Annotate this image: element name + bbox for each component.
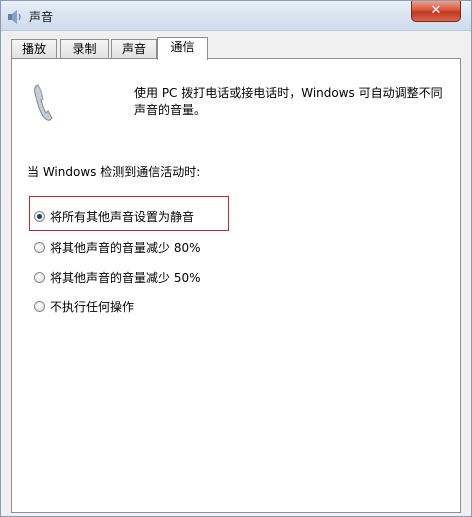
option-label: 将所有其他声音设置为静音 — [50, 210, 195, 224]
window-title: 声音 — [29, 10, 54, 24]
tab-recording[interactable]: 录制 — [60, 39, 109, 58]
tab-playback[interactable]: 播放 — [11, 39, 57, 58]
option-label: 将其他声音的音量减少 50% — [50, 271, 201, 285]
section-label: 当 Windows 检测到通信活动时: — [27, 165, 201, 179]
tab-communications[interactable]: 通信 — [157, 37, 208, 60]
description-line: 声音的音量。 — [134, 103, 207, 117]
radio-button[interactable] — [34, 301, 45, 312]
tab-label: 通信 — [170, 40, 195, 54]
close-button[interactable]: ✕ — [411, 1, 461, 22]
speaker-icon — [8, 10, 21, 24]
option-label: 将其他声音的音量减少 80% — [50, 241, 201, 255]
tab-label: 播放 — [21, 42, 46, 56]
title-bar[interactable]: 声音 ✕ — [1, 1, 471, 31]
phone-icon — [34, 84, 53, 121]
radio-button[interactable] — [34, 272, 45, 283]
radio-button[interactable] — [34, 242, 45, 253]
option-label: 不执行任何操作 — [50, 300, 135, 314]
close-icon: ✕ — [430, 3, 442, 18]
sound-dialog: 声音 ✕ 播放 录制 声音 通信 使用 PC 拨打电话或接电话时，Windows… — [0, 0, 472, 517]
tab-strip: 播放 录制 声音 通信 — [11, 37, 461, 60]
tab-label: 声音 — [121, 42, 146, 56]
description: 使用 PC 拨打电话或接电话时，Windows 可自动调整不同 声音的音量。 — [134, 85, 454, 119]
description-line: 使用 PC 拨打电话或接电话时，Windows 可自动调整不同 — [134, 86, 443, 100]
radio-button[interactable] — [34, 211, 45, 222]
tab-label: 录制 — [72, 42, 97, 56]
tab-sounds[interactable]: 声音 — [111, 39, 157, 58]
